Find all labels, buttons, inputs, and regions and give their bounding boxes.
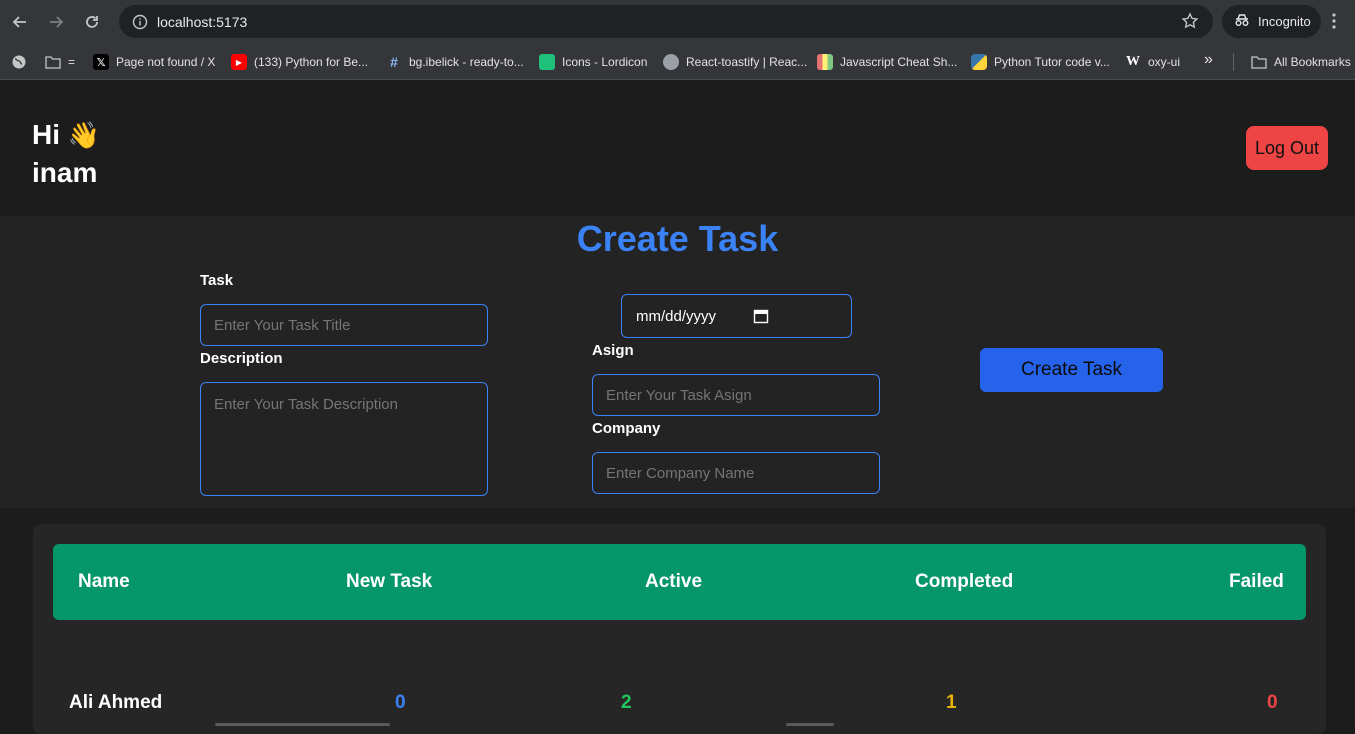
globe-icon[interactable] <box>11 52 27 72</box>
all-bookmarks[interactable]: All Bookmarks <box>1251 52 1351 72</box>
bookmark-item[interactable]: Icons - Lordicon <box>539 52 647 72</box>
bookmark-item[interactable]: Javascript Cheat Sh... <box>817 52 957 72</box>
youtube-icon: ▶ <box>231 54 247 70</box>
incognito-icon <box>1234 13 1250 30</box>
date-input[interactable]: mm/dd/yyyy <box>621 294 852 338</box>
app-header: Hi 👋 inam Log Out <box>0 80 1355 216</box>
back-arrow-icon[interactable] <box>2 4 38 40</box>
create-task-form: Create Task Task Description mm/dd/yyyy … <box>0 216 1355 508</box>
table-header: Name New Task Active Completed Failed <box>53 544 1306 620</box>
address-bar[interactable]: localhost:5173 <box>119 5 1213 38</box>
all-bookmarks-label: All Bookmarks <box>1274 55 1351 69</box>
cell-completed: 1 <box>946 692 957 713</box>
reload-icon[interactable] <box>74 4 110 40</box>
header-new-task: New Task <box>346 571 433 592</box>
bookmark-label: Javascript Cheat Sh... <box>840 55 958 69</box>
cell-active: 2 <box>621 692 632 713</box>
bookmark-item[interactable]: React-toastify | Reac... <box>663 52 807 72</box>
hash-icon: # <box>390 54 398 70</box>
bookmark-item[interactable]: # bg.ibelick - ready-to... <box>386 52 524 72</box>
username: inam <box>32 157 98 188</box>
incognito-label: Incognito <box>1258 14 1311 29</box>
bookmark-label: React-toastify | Reac... <box>686 55 808 69</box>
bookmark-label: Python Tutor code v... <box>994 55 1110 69</box>
bookmarks-bar: = 𝕏 Page not found / X ▶ (133) Python fo… <box>0 44 1355 80</box>
browser-menu-icon[interactable] <box>1332 12 1336 35</box>
create-task-button[interactable]: Create Task <box>980 348 1163 392</box>
cell-new-task: 0 <box>395 692 406 713</box>
greeting-text: Hi <box>32 119 60 150</box>
folder-icon <box>45 54 61 70</box>
form-title: Create Task <box>576 218 779 259</box>
header-name: Name <box>78 571 130 592</box>
bookmark-star-icon[interactable] <box>1181 12 1199 35</box>
description-textarea[interactable] <box>200 382 488 496</box>
bookmarks-overflow-icon[interactable]: » <box>1204 50 1213 70</box>
logout-button[interactable]: Log Out <box>1246 126 1328 170</box>
bookmark-folder-label: = <box>68 55 76 69</box>
bookmark-folder[interactable]: = <box>45 52 75 72</box>
folder-icon <box>1251 54 1267 70</box>
lordicon-icon <box>539 54 555 70</box>
header-active: Active <box>645 571 703 592</box>
wave-emoji-icon: 👋 <box>67 120 101 150</box>
cheatsheet-icon <box>817 54 833 70</box>
oxy-icon: W <box>1126 54 1140 69</box>
incognito-indicator[interactable]: Incognito <box>1222 5 1321 38</box>
calendar-icon[interactable] <box>753 308 769 328</box>
toastify-icon <box>663 54 679 70</box>
bookmark-item[interactable]: 𝕏 Page not found / X <box>93 52 215 72</box>
python-icon <box>971 54 987 70</box>
date-placeholder: mm/dd/yyyy <box>636 307 717 325</box>
cell-failed: 0 <box>1267 692 1278 713</box>
task-label: Task <box>200 272 234 289</box>
bookmark-label: Icons - Lordicon <box>562 55 648 69</box>
company-input[interactable] <box>592 452 880 494</box>
site-info-icon[interactable] <box>123 14 157 30</box>
assign-label: Asign <box>592 342 634 359</box>
task-title-input[interactable] <box>200 304 488 346</box>
bookmark-label: oxy-ui <box>1148 55 1181 69</box>
assign-input[interactable] <box>592 374 880 416</box>
bookmark-label: Page not found / X <box>116 55 216 69</box>
x-icon: 𝕏 <box>93 54 109 70</box>
header-completed: Completed <box>915 571 1014 592</box>
greeting: Hi 👋 inam <box>32 116 100 191</box>
bookmark-label: (133) Python for Be... <box>254 55 369 69</box>
bookmark-item[interactable]: Python Tutor code v... <box>971 52 1110 72</box>
header-failed: Failed <box>1229 571 1284 592</box>
bookmark-item[interactable]: ▶ (133) Python for Be... <box>231 52 368 72</box>
bookmark-item[interactable]: W oxy-ui <box>1125 52 1180 72</box>
url-text: localhost:5173 <box>157 13 248 30</box>
forward-arrow-icon[interactable] <box>38 4 74 40</box>
bookmarks-divider <box>1233 53 1234 71</box>
task-summary-table: Name New Task Active Completed Failed Al… <box>33 524 1326 734</box>
company-label: Company <box>592 420 661 437</box>
bookmark-label: bg.ibelick - ready-to... <box>409 55 524 69</box>
description-label: Description <box>200 350 283 367</box>
browser-toolbar: localhost:5173 Incognito <box>0 0 1355 44</box>
cell-name: Ali Ahmed <box>69 692 163 713</box>
